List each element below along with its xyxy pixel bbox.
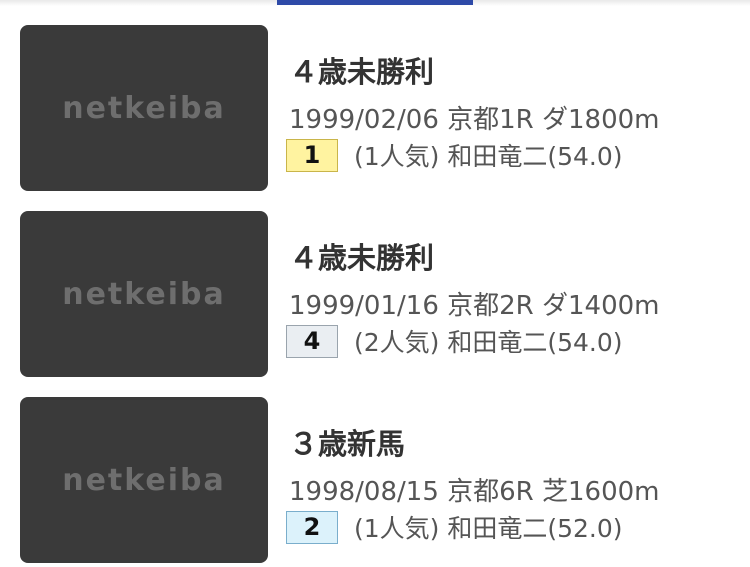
race-result: 2 (1人気) 和田竜二(52.0) [286,509,623,545]
race-result: 4 (2人気) 和田竜二(54.0) [286,323,623,359]
race-meta: 1998/08/15 京都6R 芝1600m [289,477,660,507]
race-thumbnail[interactable]: netkeiba [20,397,268,563]
race-list-item[interactable]: netkeiba ３歳新馬 1998/08/15 京都6R 芝1600m 2 (… [0,397,750,565]
finish-rank-badge: 4 [286,324,338,358]
active-tab-indicator [277,0,473,5]
race-thumbnail[interactable]: netkeiba [20,211,268,377]
race-list-item[interactable]: netkeiba ４歳未勝利 1999/02/06 京都1R ダ1800m 1 … [0,25,750,193]
race-meta: 1999/02/06 京都1R ダ1800m [289,105,660,135]
netkeiba-logo: netkeiba [62,462,226,498]
race-result: 1 (1人気) 和田竜二(54.0) [286,137,623,173]
netkeiba-logo: netkeiba [62,276,226,312]
finish-rank-badge: 2 [286,510,338,544]
popularity-jockey-weight: (2人気) 和田竜二(54.0) [354,328,623,357]
race-title[interactable]: ４歳未勝利 [289,49,434,91]
race-title[interactable]: ４歳未勝利 [289,235,434,277]
popularity-jockey-weight: (1人気) 和田竜二(52.0) [354,514,623,543]
netkeiba-logo: netkeiba [62,90,226,126]
finish-rank-badge: 1 [286,138,338,172]
race-thumbnail[interactable]: netkeiba [20,25,268,191]
race-list-item[interactable]: netkeiba ４歳未勝利 1999/01/16 京都2R ダ1400m 4 … [0,211,750,379]
race-meta: 1999/01/16 京都2R ダ1400m [289,291,660,321]
race-title[interactable]: ３歳新馬 [289,421,405,463]
popularity-jockey-weight: (1人気) 和田竜二(54.0) [354,142,623,171]
